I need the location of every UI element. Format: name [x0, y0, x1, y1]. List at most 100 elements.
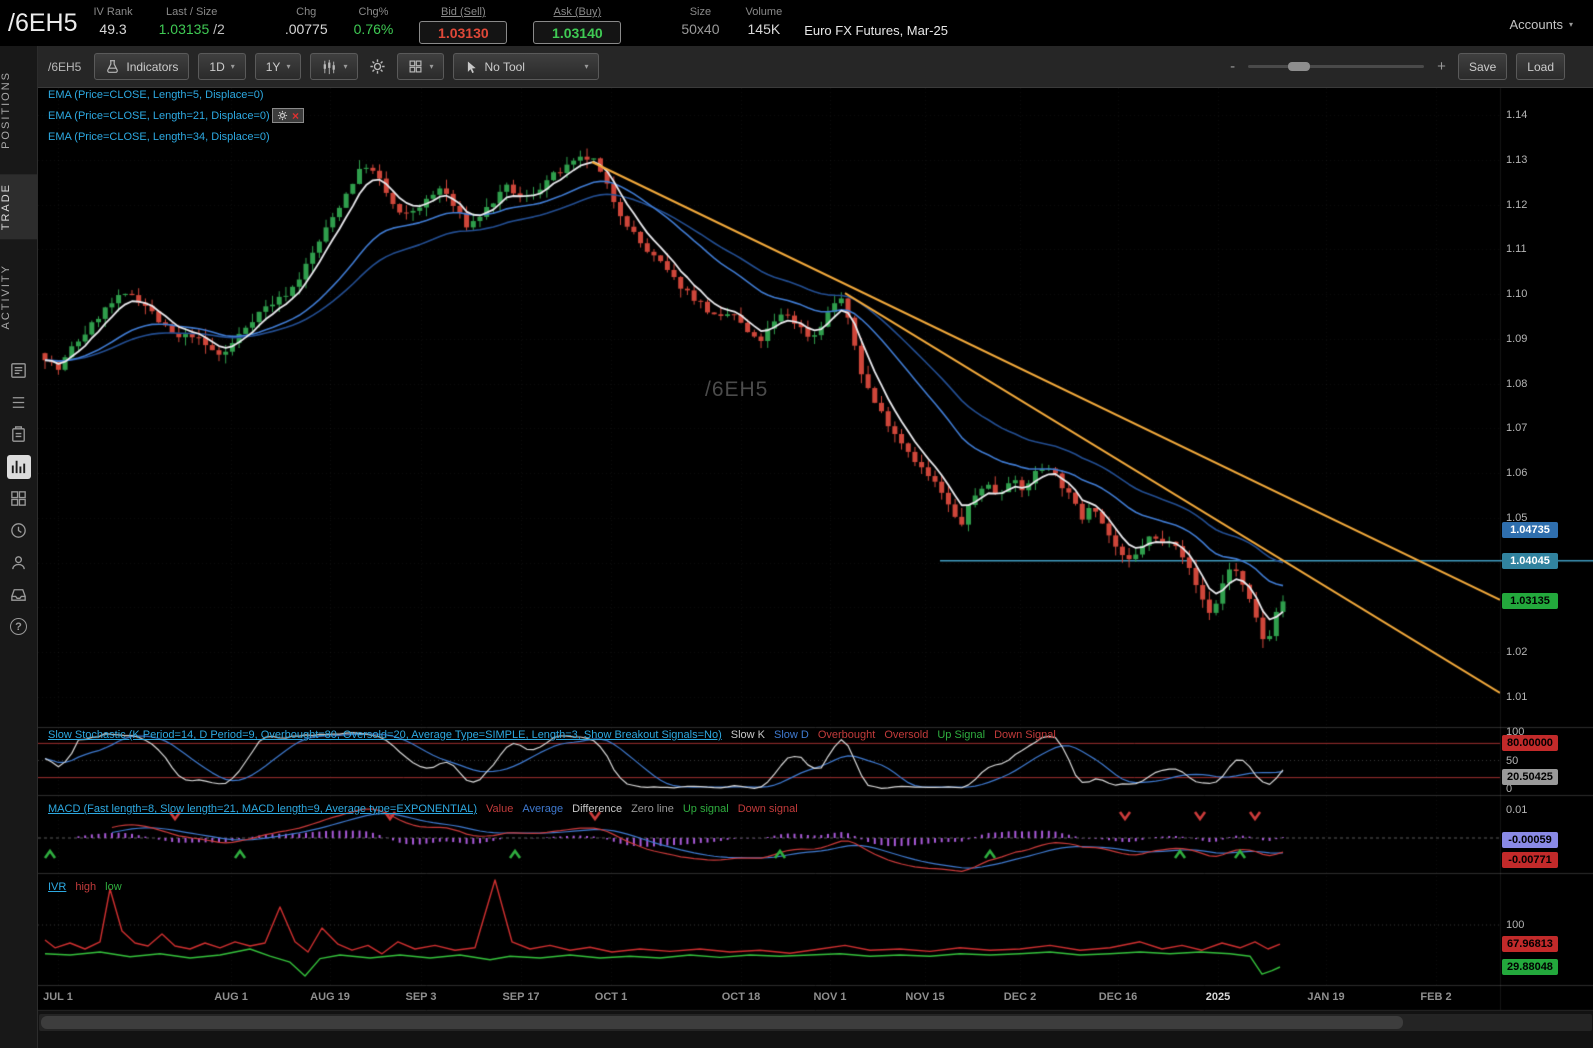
field-value-bid[interactable]: 1.03130 — [419, 21, 508, 44]
chevron-down-icon: ▾ — [343, 62, 348, 71]
ivr-title[interactable]: IVR — [48, 881, 66, 893]
time-axis-label: OCT 18 — [721, 991, 761, 1003]
ivr-series-label: high — [75, 881, 97, 893]
accounts-label: Accounts — [1509, 16, 1563, 32]
price-axis-label: 1.12 — [1506, 198, 1528, 211]
chevron-down-icon: ▾ — [1568, 19, 1573, 29]
price-axis-label: 1.01 — [1506, 691, 1528, 703]
field-label: Chg% — [358, 6, 389, 18]
macd-series-label: Zero line — [631, 803, 674, 815]
indicators-label: Indicators — [126, 59, 179, 74]
indicators-button[interactable]: Indicators — [94, 53, 190, 80]
stochastic-series-label: Down Signal — [994, 729, 1056, 741]
time-axis-label: JAN 19 — [1307, 991, 1345, 1003]
field-label: Volume — [745, 6, 783, 18]
price-axis-label: 1.06 — [1506, 467, 1528, 480]
candlestick-chart-icon — [324, 59, 336, 74]
chevron-down-icon: ▾ — [286, 62, 291, 71]
macd-axis-label: 0.01 — [1506, 804, 1528, 816]
quote-field-bid: Bid (Sell) 1.03130 — [419, 6, 508, 44]
zoom-in-button[interactable]: + — [1434, 58, 1449, 75]
macd-legend: MACD (Fast length=8, Slow length=21, MAC… — [48, 803, 807, 815]
chart-toolbar: /6EH5 Indicators 1D ▾ 1Y ▾ ▾ ▾ No Tool ▾… — [38, 46, 1593, 88]
ema-21-legend[interactable]: EMA (Price=CLOSE, Length=21, Displace=0)… — [48, 108, 305, 131]
zoom-slider[interactable] — [1248, 62, 1425, 71]
quote-field-chg: Chg .00775 — [285, 6, 328, 37]
stochastic-series-label: Slow K — [730, 729, 765, 741]
ema-34-legend[interactable]: EMA (Price=CLOSE, Length=34, Displace=0) — [48, 131, 270, 152]
stochastic-series-label: Slow D — [774, 729, 809, 741]
chart-style-dropdown[interactable]: ▾ — [310, 53, 359, 80]
sidebar-tab-positions[interactable]: POSITIONS — [0, 62, 38, 158]
ema-5-legend[interactable]: EMA (Price=CLOSE, Length=5, Displace=0) — [48, 89, 270, 110]
sidebar-news-icon[interactable] — [7, 359, 31, 383]
time-axis-label: AUG 19 — [310, 991, 350, 1003]
close-icon[interactable]: × — [292, 110, 299, 122]
stochastic-series-label: Up Signal — [937, 729, 986, 741]
sidebar-tab-trade[interactable]: TRADE — [0, 173, 38, 240]
sidebar-watchlist-icon[interactable] — [7, 391, 31, 415]
time-axis-label: 2025 — [1205, 991, 1231, 1003]
zoom-out-button[interactable]: - — [1227, 58, 1238, 75]
ivr-legend: IVR high low — [48, 881, 131, 893]
field-label: IV Rank — [93, 6, 133, 18]
sidebar-inbox-icon[interactable] — [7, 583, 31, 607]
price-chart-canvas[interactable] — [0, 0, 1593, 1048]
time-axis-label: NOV 15 — [905, 991, 945, 1003]
stochastic-title[interactable]: Slow Stochastic (K Period=14, D Period=9… — [48, 729, 722, 741]
tool-value: No Tool — [484, 59, 525, 74]
zoom-slider-thumb[interactable] — [1288, 62, 1311, 71]
stochastic-axis-label: 50 — [1506, 754, 1519, 767]
macd-series-label: Average — [522, 803, 564, 815]
field-label: Last / Size — [166, 6, 218, 18]
sidebar-chart-icon[interactable] — [6, 454, 31, 479]
chart-settings-button[interactable] — [367, 58, 388, 75]
horizontal-scrollbar[interactable] — [39, 1014, 1592, 1031]
macd-series-label: Value — [486, 803, 514, 815]
field-label: Bid (Sell) — [441, 6, 486, 18]
save-button[interactable]: Save — [1457, 53, 1508, 80]
range-dropdown[interactable]: 1Y ▾ — [254, 53, 302, 80]
field-value-chg-pct: 0.76% — [353, 21, 394, 37]
grid-layout-dropdown[interactable]: ▾ — [397, 53, 445, 80]
macd-series-label: Up signal — [682, 803, 729, 815]
sidebar-tab-activity[interactable]: ACTIVITY — [0, 255, 38, 339]
sidebar-community-icon[interactable] — [7, 551, 31, 575]
sidebar-history-icon[interactable] — [7, 519, 31, 543]
time-axis: JUL 1 AUG 1 AUG 19 SEP 3 SEP 17 OCT 1 OCT 18 NO… — [0, 989, 1593, 1010]
price-axis-label: 1.10 — [1506, 288, 1528, 301]
ivr-axis-label: 100 — [1506, 919, 1525, 931]
price-axis-label: 1.11 — [1506, 243, 1527, 256]
time-axis-label: AUG 1 — [214, 991, 248, 1003]
gear-icon[interactable] — [277, 110, 288, 121]
cursor-icon — [468, 61, 477, 73]
sidebar-apps-icon[interactable] — [7, 487, 31, 511]
scrollbar-strip — [38, 1011, 1593, 1048]
field-value-chg: .00775 — [284, 21, 328, 37]
timeframe-dropdown[interactable]: 1D ▾ — [198, 53, 246, 80]
time-axis-label: OCT 1 — [594, 991, 628, 1003]
grid-icon — [409, 60, 422, 73]
field-value-last-size: 1.03135 /2 — [158, 21, 225, 37]
sidebar-orders-icon[interactable] — [7, 423, 31, 447]
time-axis-label: NOV 1 — [813, 991, 847, 1003]
sidebar-icons: ? — [6, 359, 31, 639]
quote-field-iv-rank: IV Rank 49.3 — [93, 6, 132, 37]
quote-header-bar: /6EH5 IV Rank 49.3 Last / Size 1.03135 /2 Ch… — [0, 0, 1593, 46]
field-value-ask[interactable]: 1.03140 — [533, 21, 622, 44]
left-sidebar: POSITIONS TRADE ACTIVITY ? — [0, 46, 38, 1048]
toolbar-symbol-label: /6EH5 — [48, 59, 82, 74]
scrollbar-thumb[interactable] — [41, 1016, 1403, 1029]
macd-title[interactable]: MACD (Fast length=8, Slow length=21, MAC… — [48, 803, 477, 815]
price-bubble: 1.04045 — [1502, 552, 1558, 569]
accounts-menu[interactable]: Accounts ▾ — [1510, 15, 1574, 32]
load-button[interactable]: Load — [1516, 53, 1565, 80]
drawing-tool-dropdown[interactable]: No Tool ▾ — [453, 53, 600, 80]
price-axis-label: 1.02 — [1506, 646, 1528, 659]
price-axis-label: 1.07 — [1506, 422, 1528, 435]
sidebar-help-icon[interactable]: ? — [7, 615, 31, 639]
chevron-down-icon: ▾ — [230, 62, 235, 71]
contract-description: Euro FX Futures, Mar-25 — [804, 22, 948, 38]
field-label: Chg — [296, 6, 317, 18]
study-edit-controls[interactable]: × — [272, 108, 305, 123]
